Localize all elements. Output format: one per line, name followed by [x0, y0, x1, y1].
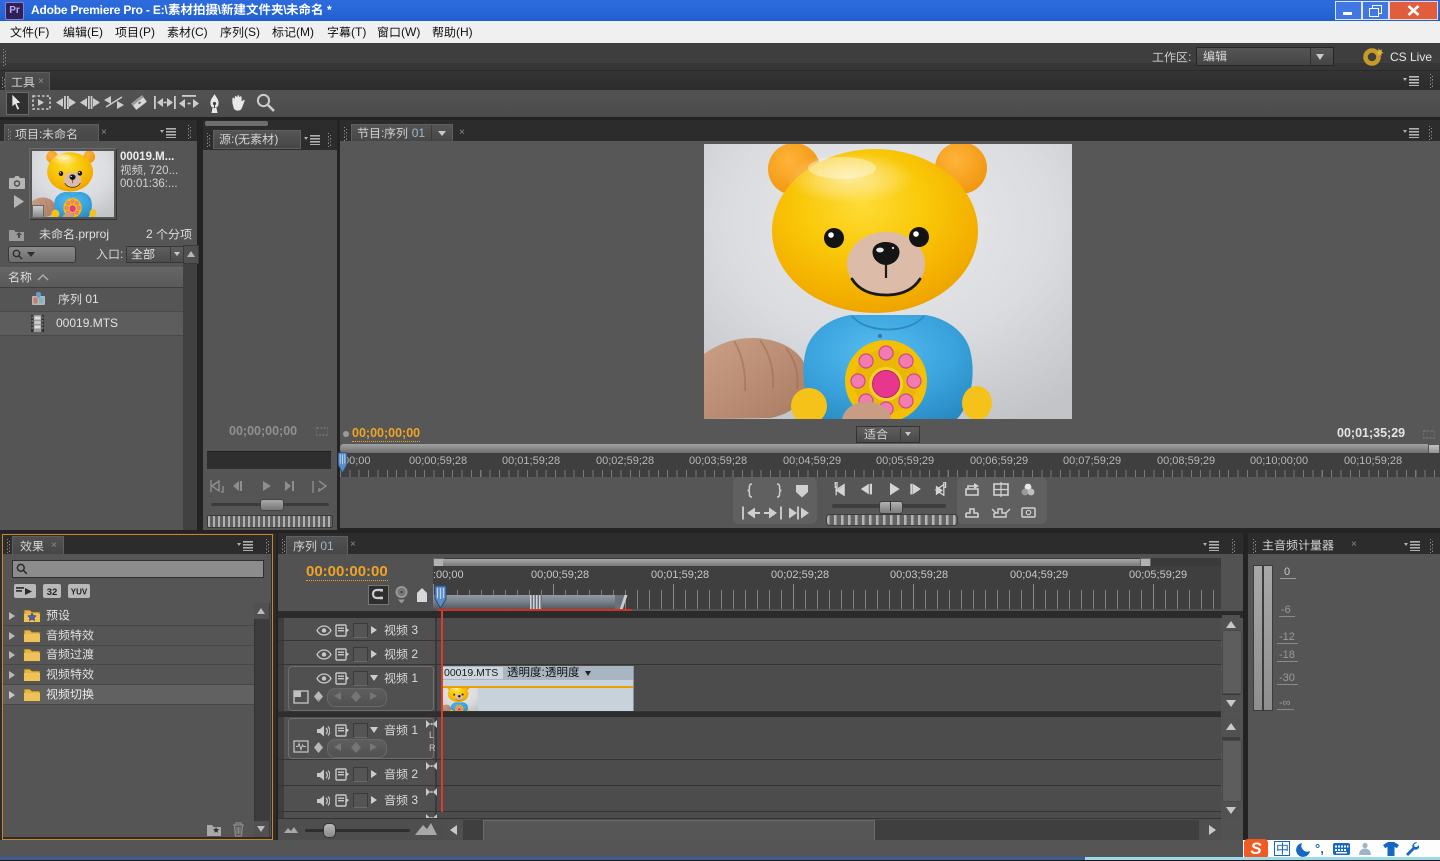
svg-text:32: 32	[47, 587, 58, 598]
svg-text:YUV: YUV	[71, 588, 88, 597]
